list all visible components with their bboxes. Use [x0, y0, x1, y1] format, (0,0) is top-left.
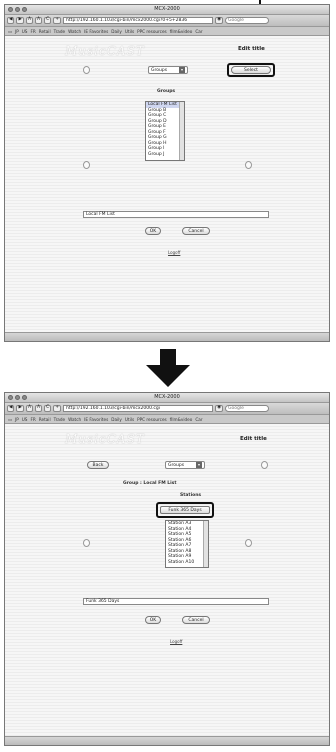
ok-button[interactable]: OK: [145, 227, 161, 235]
title-text-field[interactable]: Funk 365 Days: [83, 598, 269, 605]
left-placeholder-icon: [83, 66, 90, 74]
down-arrow-icon: [146, 349, 190, 387]
back-button[interactable]: Back: [87, 461, 109, 469]
selected-station-callout: [156, 502, 214, 518]
group-caption: Group : Local FM List: [123, 481, 177, 486]
chevron-down-icon: ▾: [196, 462, 202, 468]
browser-window-groups: MCX-2000 ◀ ▶ A A C + http://192.160.1.10…: [4, 4, 330, 342]
groups-listbox[interactable]: Local FM List Group B Group C Group D Gr…: [145, 101, 185, 161]
bookmark-us[interactable]: US: [22, 417, 28, 422]
bookmark-jp[interactable]: JP: [15, 29, 19, 34]
bookmark-ie-favorites[interactable]: IE Favorites: [84, 417, 108, 422]
bookmark-daily[interactable]: Daily: [111, 417, 122, 422]
zoom-window-icon[interactable]: [22, 395, 27, 400]
text-larger-icon[interactable]: A: [35, 17, 43, 24]
text-smaller-icon[interactable]: A: [25, 405, 34, 412]
logoff-link[interactable]: Logoff: [168, 250, 180, 255]
bookmark-fr[interactable]: FR: [30, 29, 35, 34]
text-smaller-icon[interactable]: A: [25, 17, 34, 24]
left-placeholder-icon: [83, 539, 90, 547]
bookmark-trade[interactable]: Trade: [54, 417, 65, 422]
status-bar: [5, 736, 329, 745]
status-bar: [5, 332, 329, 341]
back-arrow-icon[interactable]: ◀: [7, 17, 15, 24]
stations-listbox[interactable]: Station A3 Station A4 Station A5 Station…: [165, 520, 209, 568]
search-field[interactable]: Google: [225, 17, 269, 24]
bookmark-retail[interactable]: Retail: [39, 417, 51, 422]
bookmarks-bar: ▭ JP US FR Retail Trade Watch IE Favorit…: [5, 27, 329, 36]
add-bookmark-icon[interactable]: +: [53, 17, 62, 24]
bookmark-film[interactable]: film&video: [170, 417, 193, 422]
forward-arrow-icon[interactable]: ▶: [16, 405, 24, 412]
bookmark-film[interactable]: film&video: [170, 29, 193, 34]
bookmark-ppc[interactable]: PPC resources: [137, 417, 167, 422]
window-title: MCX-2000: [154, 394, 180, 400]
bookmark-ppc[interactable]: PPC resources: [137, 29, 167, 34]
musiccast-logo: MusicCAST: [65, 44, 145, 58]
bookmark-utils[interactable]: Utils: [125, 417, 134, 422]
cancel-button[interactable]: Cancel: [182, 227, 210, 235]
bookmark-watch[interactable]: Watch: [68, 417, 81, 422]
bookmark-fr[interactable]: FR: [30, 417, 35, 422]
reload-icon[interactable]: C: [44, 17, 52, 24]
bookmark-daily[interactable]: Daily: [111, 29, 122, 34]
bookmark-us[interactable]: US: [22, 29, 28, 34]
bookmark-jp[interactable]: JP: [15, 417, 19, 422]
toolbar: ◀ ▶ A A C + http://192.160.1.103/cgi-bin…: [5, 403, 329, 415]
page-title: Edit title: [238, 46, 265, 52]
reload-icon[interactable]: C: [44, 405, 52, 412]
close-window-icon[interactable]: [8, 7, 13, 12]
window-title: MCX-2000: [154, 6, 180, 12]
cancel-button[interactable]: Cancel: [182, 616, 210, 624]
groups-select[interactable]: Groups ▾: [165, 461, 205, 469]
search-field[interactable]: Google: [225, 405, 269, 412]
bookmark-utils[interactable]: Utils: [125, 29, 134, 34]
zoom-window-icon[interactable]: [22, 7, 27, 12]
bookmark-retail[interactable]: Retail: [39, 29, 51, 34]
bookmarks-bar: ▭ JP US FR Retail Trade Watch IE Favorit…: [5, 415, 329, 424]
page-content: MusicCAST Edit title Back Groups ▾ Group …: [5, 424, 329, 745]
logoff-link[interactable]: Logoff: [170, 639, 182, 644]
right-placeholder-icon: [245, 161, 252, 169]
groups-select[interactable]: Groups ▾: [148, 66, 188, 74]
bookmark-trade[interactable]: Trade: [54, 29, 65, 34]
snapback-icon[interactable]: ◉: [215, 405, 223, 412]
close-window-icon[interactable]: [8, 395, 13, 400]
left-placeholder-icon: [83, 161, 90, 169]
title-text-field[interactable]: Local FM List: [83, 211, 269, 218]
title-bar: MCX-2000: [5, 393, 329, 403]
right-placeholder-icon: [245, 539, 252, 547]
page-content: MusicCAST Edit title Groups ▾ Select Grou…: [5, 36, 329, 341]
minimize-window-icon[interactable]: [15, 395, 20, 400]
listbox-scrollbar[interactable]: [203, 521, 208, 567]
url-field[interactable]: http://192.160.1.103/cgi-bin/mcx2000.cgi…: [63, 17, 214, 24]
bookmarks-book-icon[interactable]: ▭: [8, 417, 12, 422]
text-larger-icon[interactable]: A: [35, 405, 43, 412]
bookmark-car[interactable]: Car: [195, 29, 202, 34]
right-placeholder-icon: [261, 461, 268, 469]
toolbar: ◀ ▶ A A C + http://192.160.1.103/cgi-bin…: [5, 15, 329, 27]
list-label: Stations: [180, 493, 202, 498]
bookmarks-book-icon[interactable]: ▭: [8, 29, 12, 34]
forward-arrow-icon[interactable]: ▶: [16, 17, 24, 24]
chevron-down-icon: ▾: [179, 67, 185, 73]
minimize-window-icon[interactable]: [15, 7, 20, 12]
bookmark-watch[interactable]: Watch: [68, 29, 81, 34]
list-item[interactable]: Station A10: [166, 560, 208, 566]
add-bookmark-icon[interactable]: +: [53, 405, 62, 412]
listbox-scrollbar[interactable]: [179, 102, 184, 160]
musiccast-logo: MusicCAST: [65, 432, 145, 446]
select-callout-highlight: [227, 63, 275, 77]
title-bar: MCX-2000: [5, 5, 329, 15]
back-arrow-icon[interactable]: ◀: [7, 405, 15, 412]
bookmark-ie-favorites[interactable]: IE Favorites: [84, 29, 108, 34]
snapback-icon[interactable]: ◉: [215, 17, 223, 24]
list-label: Groups: [157, 89, 176, 94]
bookmark-car[interactable]: Car: [195, 417, 202, 422]
ok-button[interactable]: OK: [145, 616, 161, 624]
url-field[interactable]: http://192.160.1.103/cgi-bin/mcx2000.cgi: [63, 405, 214, 412]
browser-window-stations: MCX-2000 ◀ ▶ A A C + http://192.160.1.10…: [4, 392, 330, 746]
page-title: Edit title: [240, 436, 267, 442]
